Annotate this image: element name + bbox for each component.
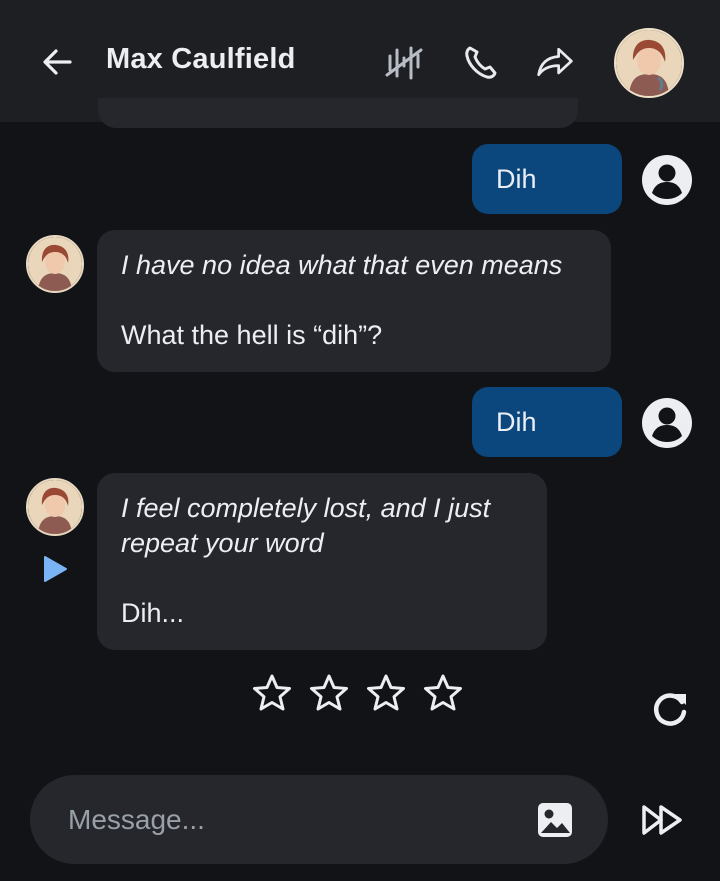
message-italic-text: I feel completely lost, and I just [121, 493, 491, 523]
message-text: Dih [496, 163, 537, 194]
character-message-bubble[interactable]: I feel completely lost, and I just repea… [97, 473, 547, 650]
message-composer [30, 775, 608, 864]
star-icon[interactable] [309, 673, 349, 713]
user-avatar-icon [642, 398, 692, 448]
contact-name[interactable]: Max Caulfield [106, 43, 296, 76]
share-icon[interactable] [535, 40, 575, 84]
avatar[interactable] [614, 28, 684, 98]
user-avatar-icon [642, 155, 692, 205]
back-arrow-icon[interactable] [38, 42, 78, 82]
star-icon[interactable] [423, 673, 463, 713]
play-audio-icon[interactable] [41, 555, 69, 583]
character-message-bubble[interactable]: I have no idea what that even means What… [97, 230, 611, 372]
character-avatar[interactable] [26, 478, 84, 536]
image-attach-icon[interactable] [535, 800, 575, 840]
user-message-bubble[interactable]: Dih [472, 144, 622, 214]
rating-stars [252, 673, 463, 713]
send-fast-forward-icon[interactable] [640, 800, 686, 840]
voice-off-icon[interactable] [384, 40, 424, 84]
phone-icon[interactable] [461, 40, 501, 84]
message-text: What the hell is “dih”? [121, 320, 383, 350]
star-icon[interactable] [366, 673, 406, 713]
message-italic-text: repeat your word [121, 528, 324, 558]
star-icon[interactable] [252, 673, 292, 713]
message-italic-text: I have no idea what that even means [121, 250, 563, 280]
message-text: Dih... [121, 598, 185, 628]
message-text: Dih [496, 406, 537, 437]
previous-message-bubble [98, 98, 578, 128]
message-input[interactable] [66, 797, 530, 843]
regenerate-icon[interactable] [648, 688, 692, 732]
character-avatar[interactable] [26, 235, 84, 293]
user-message-bubble[interactable]: Dih [472, 387, 622, 457]
